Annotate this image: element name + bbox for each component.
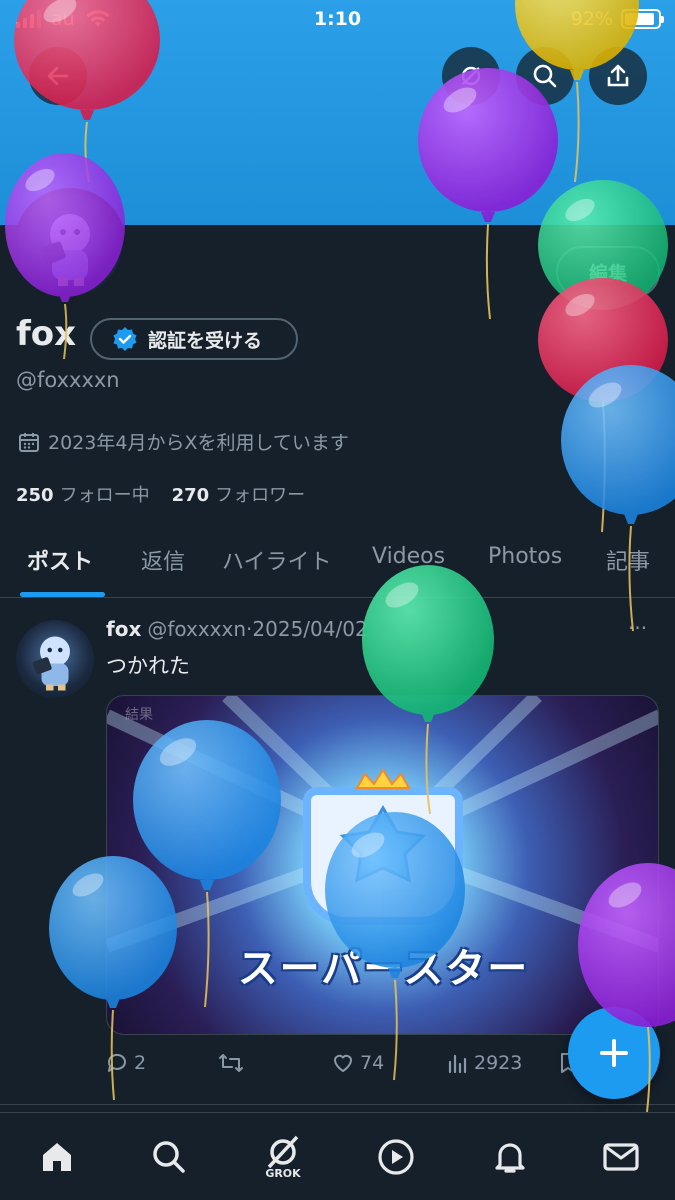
following-label: フォロー中 xyxy=(59,485,150,506)
share-button[interactable] xyxy=(589,47,647,105)
post-text: つかれた xyxy=(106,654,190,678)
reply-button[interactable]: 2 xyxy=(106,1052,146,1074)
search-button[interactable] xyxy=(516,47,574,105)
followers-label: フォロワー xyxy=(215,485,306,506)
post-author-handle[interactable]: @foxxxxn xyxy=(147,617,246,641)
display-name: fox xyxy=(16,314,77,354)
repost-icon xyxy=(219,1054,243,1072)
joined-label: 2023年4月からXを利用しています xyxy=(48,432,349,454)
views-button[interactable]: 2923 xyxy=(446,1052,522,1074)
nav-grok-label: GROK xyxy=(265,1166,301,1180)
joined-date: 2023年4月からXを利用しています xyxy=(18,428,349,455)
heart-icon xyxy=(334,1054,352,1072)
search-icon xyxy=(153,1141,185,1173)
repost-button[interactable] xyxy=(218,1052,244,1074)
post-image-caption: スーパースター xyxy=(237,946,530,992)
bottom-navigation: GROK xyxy=(0,1112,675,1200)
balloon-red-right xyxy=(538,278,668,533)
followers-link[interactable]: 270 フォロワー xyxy=(172,481,306,507)
edit-profile-button[interactable]: 編集 xyxy=(556,246,660,298)
tab-photos[interactable]: Photos xyxy=(488,544,562,569)
nav-grok[interactable]: GROK xyxy=(253,1127,313,1187)
post-divider xyxy=(0,1104,675,1105)
post-header: fox @foxxxxn·2025/04/02 xyxy=(106,617,368,641)
calendar-icon xyxy=(19,432,39,452)
verified-badge-icon xyxy=(113,327,137,351)
view-count: 2923 xyxy=(474,1052,523,1074)
bell-icon xyxy=(495,1143,525,1173)
grok-button[interactable] xyxy=(442,47,500,105)
battery-percent: 92% xyxy=(570,8,613,30)
nav-video[interactable] xyxy=(366,1127,426,1187)
post-image[interactable]: 結果 スーパースター xyxy=(106,695,659,1035)
mail-icon xyxy=(603,1143,639,1171)
nav-messages[interactable] xyxy=(591,1127,651,1187)
avatar-figure-icon xyxy=(32,636,70,691)
status-bar: au 1:10 92% xyxy=(0,0,675,40)
views-icon xyxy=(448,1054,467,1074)
nav-notifications[interactable] xyxy=(480,1127,540,1187)
back-button[interactable] xyxy=(29,47,87,105)
get-verified-label: 認証を受ける xyxy=(148,329,263,352)
tab-articles[interactable]: 記事 xyxy=(606,544,650,576)
profile-tabs: ポスト 返信 ハイライト Videos Photos 記事 xyxy=(0,530,675,598)
get-verified-button[interactable]: 認証を受ける xyxy=(90,318,298,360)
tab-highlights[interactable]: ハイライト xyxy=(222,544,332,576)
post-avatar[interactable] xyxy=(16,620,94,698)
share-icon xyxy=(607,64,629,87)
play-icon xyxy=(378,1139,414,1175)
plus-icon xyxy=(600,1039,628,1067)
nav-home[interactable] xyxy=(27,1127,87,1187)
compose-button[interactable] xyxy=(568,1007,660,1099)
grok-icon xyxy=(267,1135,299,1168)
like-count: 74 xyxy=(360,1052,385,1074)
battery-icon xyxy=(621,9,664,29)
tab-replies[interactable]: 返信 xyxy=(141,544,185,576)
following-link[interactable]: 250 フォロー中 xyxy=(16,481,150,507)
like-button[interactable]: 74 xyxy=(332,1052,384,1074)
search-icon xyxy=(533,64,557,88)
home-icon xyxy=(43,1143,71,1171)
profile-avatar[interactable] xyxy=(14,188,126,300)
grok-icon xyxy=(461,66,481,86)
reply-count: 2 xyxy=(134,1052,147,1074)
profile-handle: @foxxxxn xyxy=(16,368,120,392)
arrow-left-icon xyxy=(47,66,69,86)
follow-stats: 250 フォロー中 270 フォロワー xyxy=(16,481,305,507)
post-actions: 2 74 2923 xyxy=(106,1052,626,1082)
tab-videos[interactable]: Videos xyxy=(372,544,445,569)
tab-posts[interactable]: ポスト xyxy=(27,544,93,576)
post-author-name[interactable]: fox xyxy=(106,617,141,641)
followers-count: 270 xyxy=(171,485,210,506)
following-count: 250 xyxy=(16,485,54,506)
avatar-figure-icon xyxy=(40,214,90,286)
nav-search[interactable] xyxy=(139,1127,199,1187)
post-date[interactable]: 2025/04/02 xyxy=(252,617,367,641)
reply-icon xyxy=(107,1053,126,1072)
post-more-button[interactable]: ··· xyxy=(628,616,647,640)
active-tab-indicator xyxy=(20,592,105,597)
